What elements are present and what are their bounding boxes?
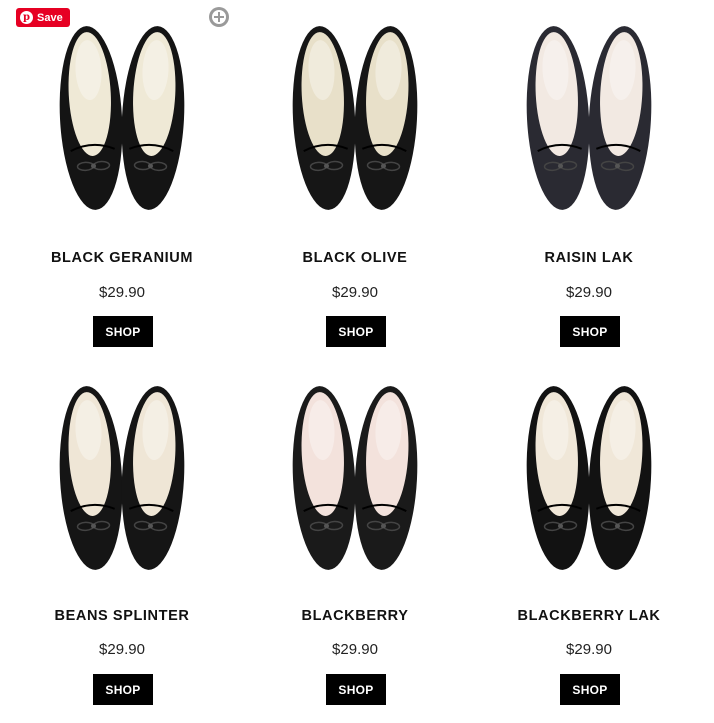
- product-image[interactable]: [238, 18, 472, 218]
- shoe-shape: [292, 26, 356, 210]
- shoe-shape: [59, 26, 123, 210]
- shoe-shape: [121, 386, 185, 570]
- shoe-shape: [526, 26, 590, 210]
- product-grid: BLACK GERANIUM $29.90 SHOP BLACK OLIVE $…: [0, 0, 714, 723]
- product-price: $29.90: [332, 284, 378, 301]
- shoe-shape: [59, 386, 123, 570]
- shop-button[interactable]: SHOP: [560, 316, 620, 347]
- shoe-shape: [354, 386, 418, 570]
- product-name: BLACK GERANIUM: [50, 250, 194, 266]
- shoe-shape: [354, 26, 418, 210]
- product-price: $29.90: [566, 641, 612, 658]
- product-image[interactable]: [5, 378, 239, 578]
- shop-button[interactable]: SHOP: [93, 316, 153, 347]
- shoe-shape: [588, 386, 652, 570]
- product-price: $29.90: [99, 641, 145, 658]
- product-image[interactable]: [5, 18, 239, 218]
- product-image[interactable]: [472, 18, 706, 218]
- product-price: $29.90: [566, 284, 612, 301]
- product-name: BLACKBERRY LAK: [517, 608, 661, 624]
- product-image[interactable]: [238, 378, 472, 578]
- shop-button[interactable]: SHOP: [326, 674, 386, 705]
- product-name: RAISIN LAK: [544, 250, 634, 266]
- product-price: $29.90: [332, 641, 378, 658]
- product-name: BLACK OLIVE: [302, 250, 408, 266]
- product-price: $29.90: [99, 284, 145, 301]
- shop-button[interactable]: SHOP: [326, 316, 386, 347]
- shoe-shape: [121, 26, 185, 210]
- shop-button[interactable]: SHOP: [560, 674, 620, 705]
- product-name: BLACKBERRY: [301, 608, 409, 624]
- shoe-shape: [526, 386, 590, 570]
- shoe-shape: [292, 386, 356, 570]
- product-name: BEANS SPLINTER: [54, 608, 190, 624]
- product-image[interactable]: [472, 378, 706, 578]
- shop-button[interactable]: SHOP: [93, 674, 153, 705]
- shoe-shape: [588, 26, 652, 210]
